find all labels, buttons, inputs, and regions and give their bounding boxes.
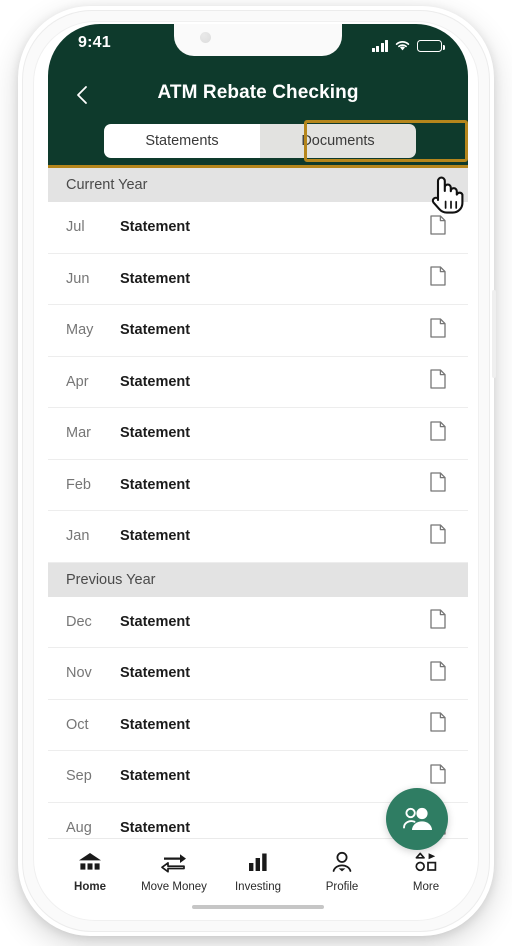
- document-icon: [430, 661, 446, 681]
- home-indicator: [192, 905, 324, 909]
- status-bar-icons: [371, 36, 445, 52]
- statement-row[interactable]: Jan Statement: [48, 511, 468, 563]
- battery-icon: [417, 40, 445, 52]
- statement-month: Apr: [66, 373, 89, 390]
- statement-month: Aug: [66, 819, 92, 836]
- statement-label: Statement: [120, 819, 191, 836]
- nav-item-profile[interactable]: Profile: [300, 850, 384, 893]
- document-icon: [430, 266, 446, 286]
- front-camera-dot: [200, 32, 211, 43]
- document-icon: [430, 369, 446, 389]
- document-icon: [430, 764, 446, 784]
- statement-document-icon[interactable]: [430, 609, 446, 634]
- statement-label: Statement: [120, 528, 191, 545]
- tab-statements[interactable]: Statements: [104, 124, 260, 158]
- nav-label-investing: Investing: [234, 881, 282, 893]
- statement-label: Statement: [120, 270, 191, 287]
- statement-label: Statement: [120, 322, 191, 339]
- statement-month: Dec: [66, 613, 92, 630]
- statement-document-icon[interactable]: [430, 764, 446, 789]
- statement-document-icon[interactable]: [430, 318, 446, 343]
- statement-document-icon[interactable]: [430, 524, 446, 549]
- nav-label-home: Home: [74, 881, 106, 893]
- statement-month: Feb: [66, 476, 91, 493]
- statement-month: Sep: [66, 768, 92, 785]
- statement-row[interactable]: Jul Statement: [48, 202, 468, 254]
- app-header: 9:41 ATM Rebate Checking Statements Docu…: [48, 24, 468, 168]
- statement-label: Statement: [120, 768, 191, 785]
- statement-document-icon[interactable]: [430, 266, 446, 291]
- document-icon: [430, 609, 446, 629]
- statement-month: Jun: [66, 270, 90, 287]
- statement-document-icon[interactable]: [430, 421, 446, 446]
- statement-label: Statement: [120, 716, 191, 733]
- nav-item-investing[interactable]: Investing: [216, 850, 300, 893]
- signal-icon: [371, 40, 388, 52]
- statement-row[interactable]: Jun Statement: [48, 253, 468, 305]
- statement-row[interactable]: Apr Statement: [48, 356, 468, 408]
- transfer-icon: [160, 850, 188, 874]
- contact-fab-button[interactable]: [386, 788, 448, 850]
- documents-list[interactable]: Current Year Jul Statement Jun Statement May S…: [48, 168, 468, 842]
- person-icon: [330, 850, 354, 874]
- page-title: ATM Rebate Checking: [157, 82, 359, 103]
- statement-month: Jan: [66, 528, 90, 545]
- statement-row[interactable]: Feb Statement: [48, 459, 468, 511]
- document-icon: [430, 215, 446, 235]
- tab-documents[interactable]: Documents: [260, 124, 416, 158]
- statement-document-icon[interactable]: [430, 661, 446, 686]
- statement-row[interactable]: Dec Statement: [48, 596, 468, 648]
- statement-month: May: [66, 322, 94, 339]
- nav-label-move-money: Move Money: [141, 881, 207, 893]
- statement-month: Mar: [66, 425, 91, 442]
- nav-item-move-money[interactable]: Move Money: [132, 850, 216, 893]
- grid-shapes-icon: [414, 850, 438, 874]
- statement-label: Statement: [120, 219, 191, 236]
- statement-month: Nov: [66, 665, 92, 682]
- nav-label-more: More: [412, 881, 440, 893]
- pointing-hand-cursor: [431, 176, 464, 214]
- statement-document-icon[interactable]: [430, 712, 446, 737]
- phone-screen: 9:41 ATM Rebate Checking Statements Docu…: [48, 24, 468, 918]
- statement-label: Statement: [120, 373, 191, 390]
- document-icon: [430, 472, 446, 492]
- document-icon: [430, 524, 446, 544]
- statement-document-icon[interactable]: [430, 215, 446, 240]
- statement-label: Statement: [120, 476, 191, 493]
- bank-home-icon: [77, 850, 103, 874]
- statement-label: Statement: [120, 425, 191, 442]
- bar-chart-icon: [246, 850, 270, 874]
- people-icon: [403, 807, 432, 830]
- nav-item-home[interactable]: Home: [48, 850, 132, 893]
- statement-month: Oct: [66, 716, 89, 733]
- phone-side-button[interactable]: [492, 290, 496, 378]
- statement-row[interactable]: Nov Statement: [48, 648, 468, 700]
- status-bar-time: 9:41: [78, 34, 111, 51]
- statement-label: Statement: [120, 665, 191, 682]
- statement-month: Jul: [66, 219, 85, 236]
- nav-item-more[interactable]: More: [384, 850, 468, 893]
- document-icon: [430, 318, 446, 338]
- screenshot-stage: 9:41 ATM Rebate Checking Statements Docu…: [0, 0, 512, 946]
- segmented-tabs: Statements Documents: [104, 124, 416, 158]
- statement-document-icon[interactable]: [430, 472, 446, 497]
- statement-document-icon[interactable]: [430, 369, 446, 394]
- statement-row[interactable]: May Statement: [48, 305, 468, 357]
- document-icon: [430, 421, 446, 441]
- statement-row[interactable]: Mar Statement: [48, 408, 468, 460]
- section-header: Previous Year: [48, 562, 468, 597]
- nav-label-profile: Profile: [325, 881, 359, 893]
- device-notch: [174, 24, 342, 56]
- wifi-icon: [395, 41, 410, 51]
- statement-label: Statement: [120, 613, 191, 630]
- section-header: Current Year: [48, 168, 468, 202]
- document-icon: [430, 712, 446, 732]
- statement-row[interactable]: Oct Statement: [48, 699, 468, 751]
